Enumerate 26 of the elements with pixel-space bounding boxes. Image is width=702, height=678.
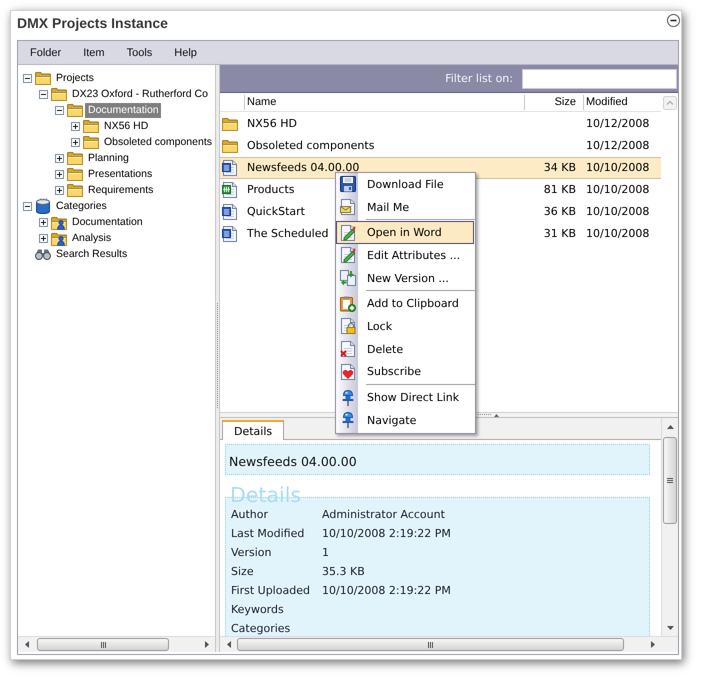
modified-date: 10/10/2008 [585,228,650,240]
file-size: 81 KB [544,184,577,196]
property-label: Version [231,546,272,560]
modified-date: 10/10/2008 [585,162,650,174]
file-size: 36 KB [544,206,577,218]
file-size: 34 KB [544,162,577,174]
modified-date: 10/10/2008 [585,206,650,218]
modified-date: 10/10/2008 [585,184,650,196]
modified-date: 10/12/2008 [585,118,650,130]
property-value: 10/10/2008 2:19:22 PM [322,527,452,541]
property-label: Size [231,565,255,579]
property-label: Last Modified [231,527,306,541]
file-size: 31 KB [544,228,577,240]
property-label: Author [231,508,270,522]
property-label: Categories [231,622,292,636]
property-label: Keywords [231,603,285,617]
section-heading: Details [230,484,302,506]
property-value: 10/10/2008 2:19:22 PM [322,584,452,598]
property-value: 1 [322,546,330,560]
property-value: Administrator Account [322,508,446,522]
modified-date: 10/12/2008 [585,140,650,152]
property-label: First Uploaded [231,584,311,598]
filter-label: Filter list on: [445,72,513,85]
property-value: 35.3 KB [322,565,366,579]
window-title: DMX Projects Instance [17,15,168,31]
item-title: Newsfeeds 04.00.00 [229,454,357,468]
